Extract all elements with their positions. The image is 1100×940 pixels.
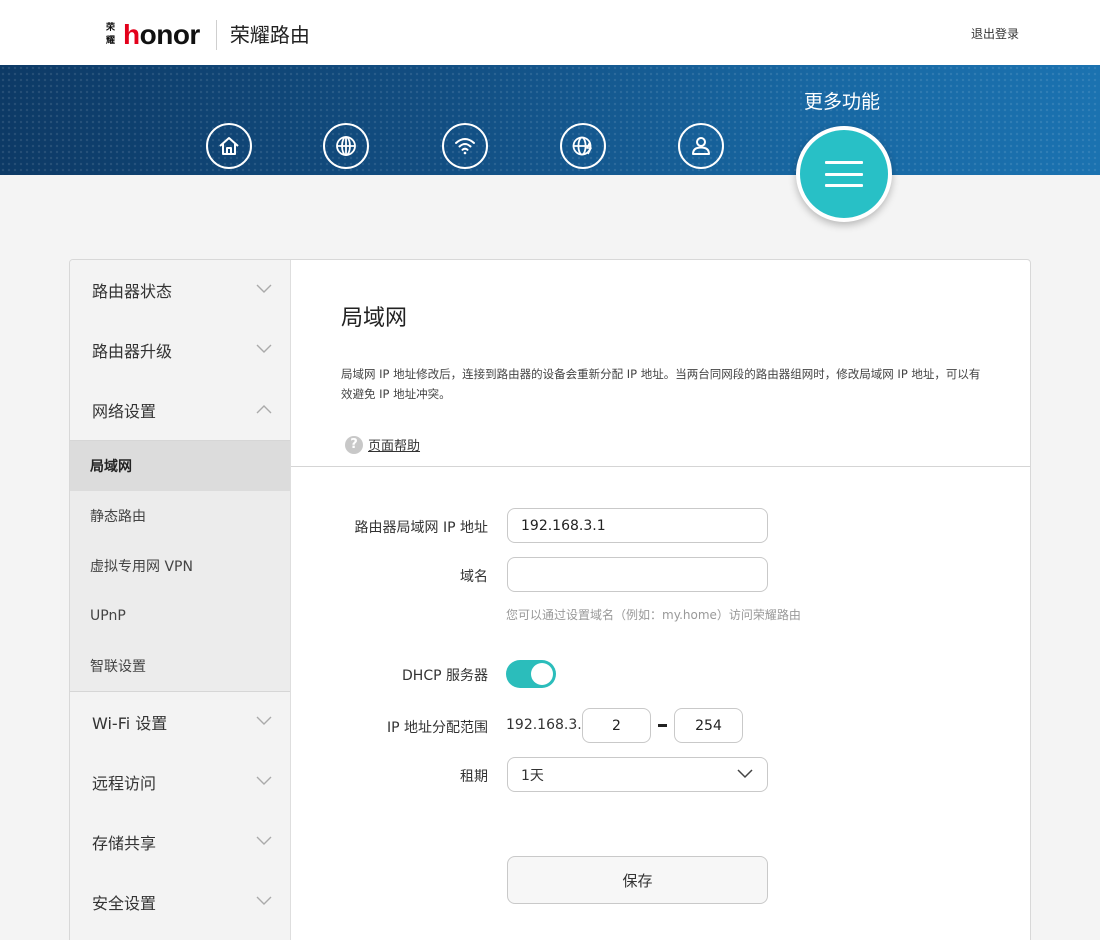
domain-label: 域名	[460, 569, 488, 585]
lease-label: 租期	[460, 769, 488, 785]
network-settings-submenu: 局域网 静态路由 虚拟专用网 VPN UPnP 智联设置	[70, 440, 290, 692]
chevron-down-icon	[256, 284, 272, 293]
sidebar-subitem-smart-connect[interactable]: 智联设置	[70, 641, 290, 691]
nav-banner: 更多功能	[0, 65, 1100, 175]
user-icon[interactable]	[678, 123, 724, 169]
sidebar-subitem-vpn[interactable]: 虚拟专用网 VPN	[70, 541, 290, 591]
ip-range-end-input[interactable]: 254	[674, 708, 743, 743]
ip-range-label: IP 地址分配范围	[386, 720, 488, 736]
sidebar-item-security-settings[interactable]: 安全设置	[70, 872, 290, 932]
lan-ip-input[interactable]: 192.168.3.1	[507, 508, 768, 543]
globe-icon[interactable]	[323, 123, 369, 169]
top-bar: 荣 耀 honor 荣耀路由 退出登录	[0, 0, 1100, 65]
lan-ip-label: 路由器局域网 IP 地址	[354, 520, 488, 536]
logo-chinese-mark: 荣 耀	[106, 23, 116, 46]
page-title: 局域网	[341, 306, 408, 331]
chevron-down-icon	[737, 769, 753, 779]
ip-range-start-input[interactable]: 2	[582, 708, 651, 743]
save-button[interactable]: 保存	[507, 856, 768, 904]
product-title: 荣耀路由	[229, 23, 310, 47]
dhcp-label: DHCP 服务器	[402, 668, 488, 684]
chevron-down-icon	[256, 836, 272, 845]
page-help-label: 页面帮助	[368, 439, 421, 454]
wifi-icon[interactable]	[442, 123, 488, 169]
lease-select[interactable]: 1天	[507, 757, 768, 792]
chevron-up-icon	[256, 405, 272, 414]
chevron-down-icon	[256, 716, 272, 725]
menu-icon	[825, 161, 863, 187]
more-features-label: 更多功能	[804, 91, 881, 113]
chevron-down-icon	[256, 344, 272, 353]
brand-logo: 荣 耀 honor 荣耀路由	[106, 20, 310, 50]
home-icon[interactable]	[206, 123, 252, 169]
sidebar-item-remote-access[interactable]: 远程访问	[70, 752, 290, 812]
question-icon: ?	[345, 435, 363, 454]
range-dash	[658, 724, 667, 727]
main-panel: 路由器状态 路由器升级 网络设置 局域网 静态路由 虚拟专用网 VPN UPnP…	[69, 259, 1031, 940]
page-description: 局域网 IP 地址修改后，连接到路由器的设备会重新分配 IP 地址。当两台同网段…	[341, 367, 981, 401]
content-area: 局域网 局域网 IP 地址修改后，连接到路由器的设备会重新分配 IP 地址。当两…	[291, 260, 1030, 940]
domain-hint: 您可以通过设置域名（例如：my.home）访问荣耀路由	[506, 608, 801, 622]
sidebar-subitem-upnp[interactable]: UPnP	[70, 591, 290, 641]
logout-link[interactable]: 退出登录	[971, 25, 1019, 42]
chevron-down-icon	[256, 776, 272, 785]
toggle-knob	[531, 663, 553, 685]
sidebar-item-storage-share[interactable]: 存储共享	[70, 812, 290, 872]
page-help-link[interactable]: ? 页面帮助	[345, 435, 420, 454]
internet-settings-icon[interactable]	[560, 123, 606, 169]
sidebar-subitem-static-route[interactable]: 静态路由	[70, 491, 290, 541]
sidebar-subitem-lan[interactable]: 局域网	[70, 441, 290, 491]
sidebar-item-router-status[interactable]: 路由器状态	[70, 260, 290, 320]
more-features-button[interactable]	[796, 126, 892, 222]
lease-selected-value: 1天	[521, 767, 544, 784]
chevron-down-icon	[256, 896, 272, 905]
section-divider	[291, 466, 1030, 467]
ip-range-prefix: 192.168.3.	[506, 717, 582, 733]
sidebar-item-network-settings[interactable]: 网络设置	[70, 380, 290, 440]
logo-wordmark: honor	[123, 19, 200, 50]
sidebar-item-wifi-settings[interactable]: Wi-Fi 设置	[70, 692, 290, 752]
sidebar: 路由器状态 路由器升级 网络设置 局域网 静态路由 虚拟专用网 VPN UPnP…	[70, 260, 291, 940]
dhcp-toggle[interactable]	[506, 660, 556, 688]
logo-divider	[215, 20, 217, 50]
sidebar-item-router-upgrade[interactable]: 路由器升级	[70, 320, 290, 380]
domain-input[interactable]	[507, 557, 768, 592]
